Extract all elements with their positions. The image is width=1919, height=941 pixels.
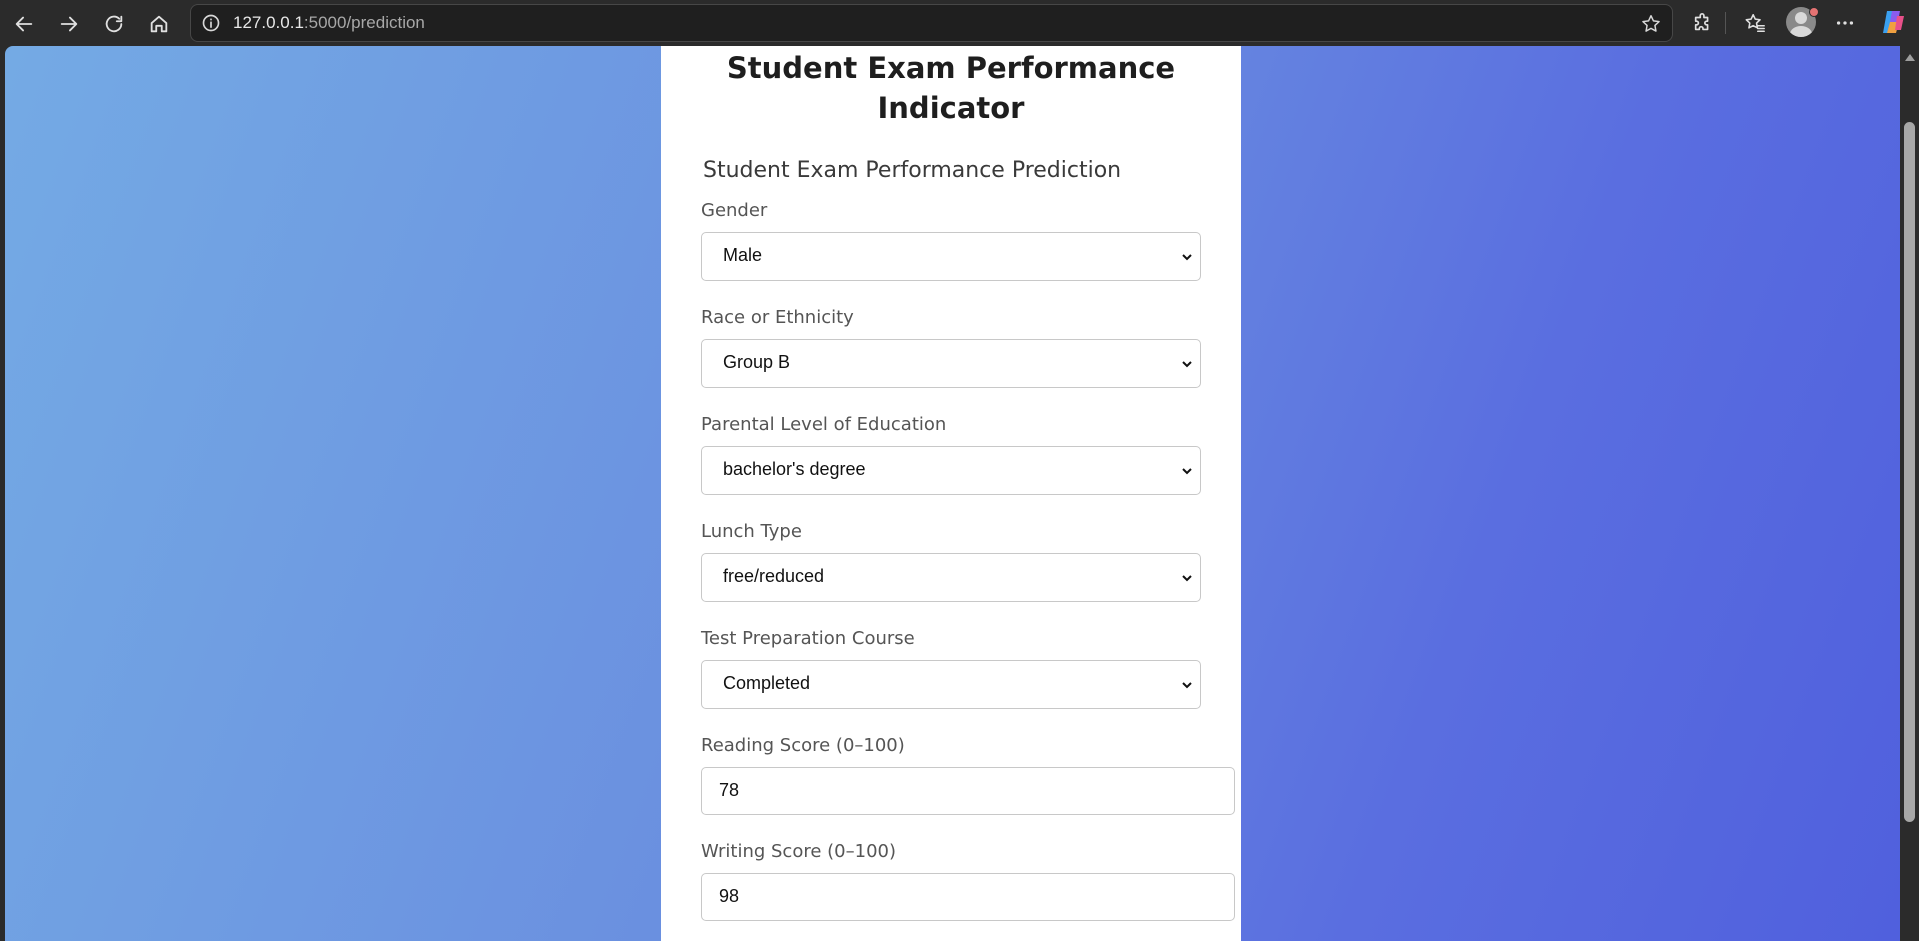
test-prep-select-value: Completed (723, 673, 811, 693)
race-select-value: Group B (723, 352, 791, 372)
lunch-select[interactable]: free/reduced (701, 553, 1201, 602)
test-prep-label: Test Preparation Course (701, 628, 915, 649)
url-host: 127.0.0.1 (233, 13, 304, 32)
scroll-up-arrow-icon[interactable] (1905, 54, 1915, 61)
page-title: Student Exam Performance Indicator (726, 51, 1176, 125)
writing-score-value: 98 (719, 886, 740, 906)
test-prep-select[interactable]: Completed (701, 660, 1201, 709)
toolbar-divider (1725, 12, 1726, 34)
forward-arrow-icon (60, 16, 78, 32)
back-arrow-icon (15, 16, 33, 32)
favorites-icon (1745, 13, 1765, 33)
reading-score-value: 78 (719, 780, 740, 800)
parental-education-select-value: bachelor's degree (723, 459, 866, 479)
form-card: Student Exam Performance Indicator Stude… (661, 46, 1241, 941)
lunch-select-value: free/reduced (723, 566, 825, 586)
scrollbar-thumb[interactable] (1904, 122, 1915, 822)
writing-score-label: Writing Score (0–100) (701, 841, 896, 862)
reading-score-label: Reading Score (0–100) (701, 735, 905, 756)
chevron-down-icon (1182, 254, 1192, 261)
chevron-down-icon (1182, 682, 1192, 689)
gender-select[interactable]: Male (701, 232, 1201, 281)
chevron-down-icon (1182, 468, 1192, 475)
browser-toolbar: 127.0.0.1:5000/prediction (0, 0, 1919, 46)
info-icon[interactable] (201, 13, 221, 33)
parental-education-label: Parental Level of Education (701, 414, 947, 435)
race-label: Race or Ethnicity (701, 307, 854, 328)
reload-icon (105, 15, 123, 33)
chevron-down-icon (1182, 361, 1192, 368)
page-viewport: Student Exam Performance Indicator Stude… (5, 46, 1900, 941)
notification-dot (1809, 7, 1819, 17)
forward-button[interactable] (52, 7, 86, 41)
form-subtitle: Student Exam Performance Prediction (703, 158, 1122, 183)
puzzle-icon (1694, 13, 1709, 31)
more-button[interactable] (1832, 10, 1858, 36)
more-icon (1836, 21, 1854, 25)
writing-score-input[interactable]: 98 (701, 873, 1235, 921)
reload-button[interactable] (97, 7, 131, 41)
url-path: :5000/prediction (303, 13, 425, 32)
copilot-icon[interactable] (1879, 8, 1907, 36)
favorites-button[interactable] (1742, 10, 1768, 36)
lunch-label: Lunch Type (701, 521, 802, 542)
home-icon (150, 15, 168, 33)
parental-education-select[interactable]: bachelor's degree (701, 446, 1201, 495)
page-scrollbar[interactable] (1900, 46, 1919, 941)
chevron-down-icon (1182, 575, 1192, 582)
extensions-button[interactable] (1690, 10, 1716, 36)
back-button[interactable] (7, 7, 41, 41)
address-bar[interactable]: 127.0.0.1:5000/prediction (190, 4, 1673, 42)
reading-score-input[interactable]: 78 (701, 767, 1235, 815)
gender-label: Gender (701, 200, 768, 221)
home-button[interactable] (142, 7, 176, 41)
race-select[interactable]: Group B (701, 339, 1201, 388)
star-icon[interactable] (1640, 13, 1662, 35)
gender-select-value: Male (723, 245, 763, 265)
url-text[interactable]: 127.0.0.1:5000/prediction (233, 13, 425, 33)
